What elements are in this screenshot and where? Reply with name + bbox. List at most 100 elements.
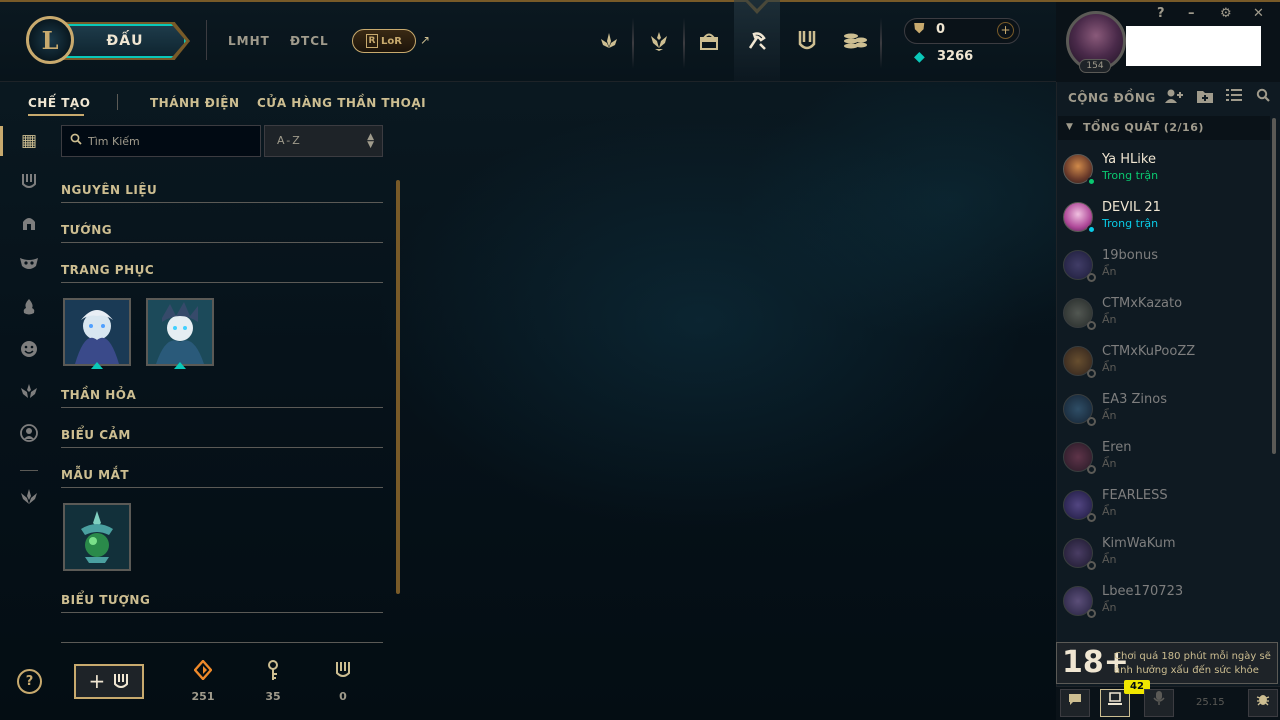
rail-separator (20, 470, 38, 471)
tft-icon[interactable] (642, 24, 676, 58)
help-button[interactable]: ? (17, 669, 42, 694)
friend-row[interactable]: KimWaKum Ẩn (1058, 534, 1268, 582)
profile-icon[interactable] (18, 424, 40, 446)
lor-button[interactable]: R LoR (352, 29, 416, 53)
friend-row[interactable]: Ya HLike Trong trận (1058, 150, 1268, 198)
lor-logo-icon: R (366, 34, 379, 48)
orange-essence-count: 251 (191, 690, 215, 703)
friend-row[interactable]: CTMxKazato Ẩn (1058, 294, 1268, 342)
friend-row[interactable]: DEVIL 21 Trong trận (1058, 198, 1268, 246)
offline-status-dot (1087, 369, 1096, 378)
list-icon[interactable] (1226, 88, 1242, 106)
offline-status-dot (1087, 417, 1096, 426)
offline-status-dot (1087, 321, 1096, 330)
section-divider (61, 447, 383, 448)
friend-name: FEARLESS (1102, 488, 1168, 503)
friend-row[interactable]: FEARLESS Ẩn (1058, 486, 1268, 534)
key-fragment-count: 35 (265, 690, 281, 703)
friend-status: Ẩn (1102, 265, 1117, 278)
friend-name: KimWaKum (1102, 536, 1176, 551)
offline-status-dot (1087, 273, 1096, 282)
friend-group-label: TỔNG QUÁT (2/16) (1083, 121, 1204, 134)
friend-row[interactable]: CTMxKuPooZZ Ẩn (1058, 342, 1268, 390)
ward-tile[interactable] (63, 503, 131, 571)
search-icon[interactable] (1256, 88, 1270, 106)
nav-separator (632, 18, 634, 68)
lor-label: LoR (381, 35, 402, 47)
friend-status: Ẩn (1102, 601, 1117, 614)
key-icon (263, 660, 283, 687)
bug-report-icon[interactable] (1248, 689, 1278, 717)
section-title-eternals: THẦN HỎA (61, 388, 137, 402)
microphone-icon[interactable] (1144, 689, 1174, 717)
offline-status-dot (1087, 609, 1096, 618)
friend-row[interactable]: 19bonus Ẩn (1058, 246, 1268, 294)
friend-row[interactable]: Eren Ẩn (1058, 438, 1268, 486)
help-window-button[interactable]: ? (1157, 6, 1165, 21)
social-title: CỘNG ĐỒNG (1068, 91, 1156, 105)
friend-status: Trong trận (1102, 169, 1159, 182)
nav-divider (206, 20, 207, 60)
section-title-icons: BIỂU TƯỢNG (61, 593, 151, 607)
ward-icon[interactable] (18, 382, 40, 404)
skin-tile[interactable] (63, 298, 131, 366)
collection-scrollbar[interactable] (396, 180, 400, 594)
nav-link-lmht[interactable]: LMHT (228, 34, 270, 48)
nav-link-dtcl[interactable]: ĐTCL (290, 34, 329, 48)
section-divider (61, 642, 383, 643)
sort-dropdown[interactable]: A-Z ▲ ▼ (264, 125, 383, 157)
friend-status: Ẩn (1102, 409, 1117, 422)
section-title-wards: MẪU MẮT (61, 468, 130, 482)
emote-icon[interactable] (18, 340, 40, 362)
social-scrollbar[interactable] (1272, 118, 1276, 454)
flame-icon[interactable] (18, 298, 40, 320)
section-divider (61, 282, 383, 283)
helmet-icon[interactable] (18, 214, 40, 236)
add-folder-icon[interactable] (1196, 88, 1214, 108)
store-icon[interactable] (838, 24, 872, 58)
chest-count: 0 (339, 690, 347, 703)
section-title-materials: NGUYÊN LIỆU (61, 183, 158, 197)
riot-points-value: 0 (936, 22, 946, 37)
summoner-name-redacted (1126, 26, 1261, 66)
tab-mythic-shop[interactable]: CỬA HÀNG THẦN THOẠI (257, 96, 426, 110)
honor-icon[interactable] (790, 24, 824, 58)
skin-tile[interactable] (146, 298, 214, 366)
craft-chest-button[interactable]: + (74, 664, 144, 699)
friend-row[interactable]: Lbee170723 Ẩn (1058, 582, 1268, 630)
level-badge: 154 (1079, 59, 1111, 73)
loot-icon[interactable] (692, 24, 726, 58)
section-title-champions: TƯỚNG (61, 223, 113, 237)
arrow-up-right-icon: ↗ (420, 33, 431, 47)
league-logo-icon[interactable]: L (26, 16, 74, 64)
lotus-icon[interactable] (18, 488, 40, 510)
settings-gear-icon[interactable]: ⚙ (1220, 6, 1232, 21)
tab-active-underline (28, 114, 84, 116)
buy-rp-button[interactable]: + (997, 22, 1014, 39)
friend-row[interactable]: EA3 Zinos Ẩn (1058, 390, 1268, 438)
tab-crafting[interactable]: CHẾ TẠO (28, 96, 90, 110)
grid-icon[interactable]: ▦ (18, 130, 40, 152)
friend-name: 19bonus (1102, 248, 1158, 263)
blue-essence-value: 3266 (937, 49, 974, 64)
play-button[interactable]: ĐẤU (64, 24, 186, 58)
mask-icon[interactable] (18, 256, 40, 278)
friend-status: Ẩn (1102, 457, 1117, 470)
chest-icon[interactable] (18, 172, 40, 194)
minimize-button[interactable]: – (1188, 6, 1195, 21)
close-icon[interactable]: ✕ (1253, 6, 1264, 21)
rarity-marker-icon (174, 362, 186, 369)
rail-active-indicator (0, 126, 3, 156)
chat-icon[interactable] (1060, 689, 1090, 717)
home-icon[interactable] (592, 24, 626, 58)
section-title-emotes: BIỂU CẢM (61, 428, 131, 442)
friend-name: Lbee170723 (1102, 584, 1184, 599)
friend-name: Ya HLike (1102, 152, 1156, 167)
ward-art-icon (65, 505, 129, 569)
collection-icon[interactable] (734, 0, 780, 82)
tab-sanctum[interactable]: THÁNH ĐIỆN (150, 96, 240, 110)
offline-status-dot (1087, 561, 1096, 570)
add-friend-icon[interactable] (1164, 88, 1184, 108)
search-input[interactable] (88, 132, 256, 150)
client-version: 25.15 (1196, 697, 1225, 708)
